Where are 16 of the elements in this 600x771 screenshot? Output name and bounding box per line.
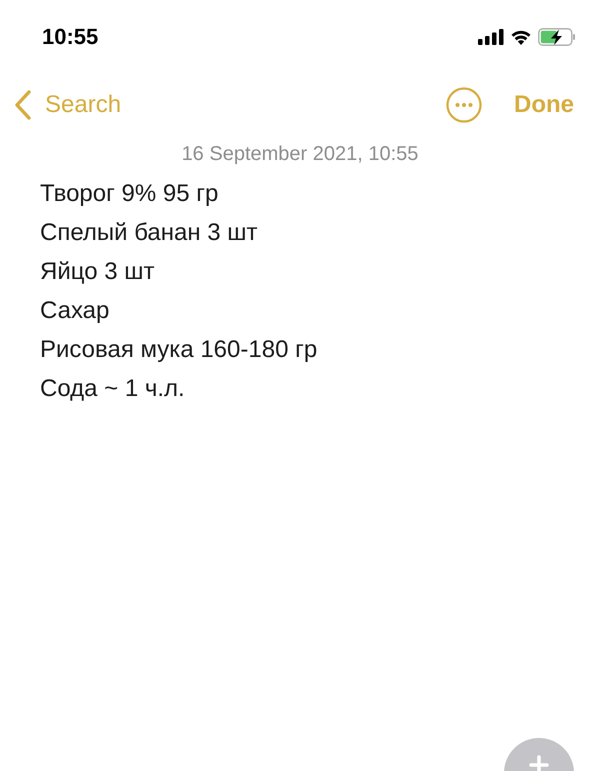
- signal-icon: [478, 29, 504, 45]
- note-line: Яйцо 3 шт: [40, 257, 156, 287]
- note-line: Сода ~ 1 ч.л.: [40, 374, 186, 404]
- add-button[interactable]: [503, 737, 575, 771]
- chevron-left-icon: [13, 90, 33, 120]
- note-line: Рисовая мука 160-180 гр: [40, 335, 318, 365]
- note-date: 16 September 2021, 10:55: [180, 142, 420, 167]
- note-line: Сахар: [40, 296, 110, 326]
- wifi-icon: [510, 29, 532, 45]
- note-line: Творог 9% 95 гр: [40, 179, 220, 209]
- battery-icon: [538, 28, 576, 46]
- status-time: 10:55: [42, 24, 98, 50]
- note-line: Спелый банан 3 шт: [40, 218, 259, 248]
- done-button[interactable]: Done: [514, 91, 574, 119]
- back-button[interactable]: Search: [13, 90, 122, 120]
- more-icon[interactable]: [446, 87, 482, 123]
